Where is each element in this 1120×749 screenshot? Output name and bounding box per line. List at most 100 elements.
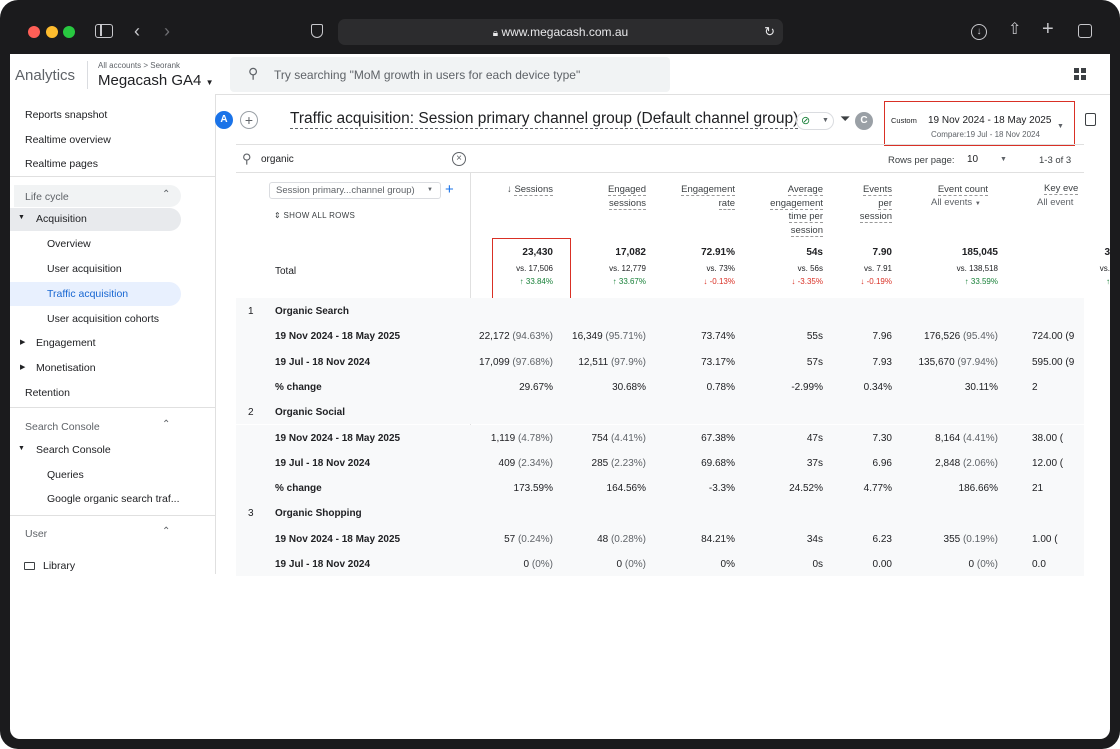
- sidebar-item-engagement[interactable]: Engagement: [36, 332, 96, 354]
- table-cell-key-events: 2: [1032, 381, 1038, 393]
- sidebar-item-realtime-pages[interactable]: Realtime pages: [25, 153, 98, 175]
- chevron-up-icon[interactable]: ⌃: [162, 189, 170, 200]
- cell-value: 48: [597, 533, 609, 545]
- show-all-rows-button[interactable]: ⇕ SHOW ALL ROWS: [274, 211, 355, 220]
- sidebar-item-user-acquisition[interactable]: User acquisition: [47, 258, 122, 280]
- table-row[interactable]: [236, 475, 1084, 501]
- comparison-avatar-c[interactable]: C: [855, 112, 873, 130]
- clear-search-icon[interactable]: ×: [452, 152, 466, 166]
- sidebar-item-google-organic-search[interactable]: Google organic search traf...: [47, 488, 180, 510]
- dimension-select[interactable]: Session primary...channel group) ▼: [269, 182, 441, 199]
- header-line: Event count: [937, 184, 988, 196]
- date-range: 19 Nov 2024 - 18 May 2025: [928, 115, 1052, 126]
- rows-per-page-select[interactable]: 10 ▼: [967, 154, 1011, 165]
- column-header-sessions[interactable]: ↓ Sessions: [480, 183, 553, 197]
- table-cell: 355 (0.19%): [944, 534, 998, 545]
- sidebar: Reports snapshot Realtime overview Realt…: [10, 94, 216, 574]
- column-header-avg-engagement-time[interactable]: Average engagement time per session: [750, 183, 823, 237]
- date-range-picker[interactable]: Custom 19 Nov 2024 - 18 May 2025 Compare…: [884, 101, 1075, 146]
- sidebar-item-library[interactable]: Library: [43, 555, 75, 577]
- download-icon[interactable]: ↓: [971, 24, 987, 40]
- tabs-overview-icon[interactable]: [1078, 24, 1092, 38]
- cell-value: 0.78%: [706, 381, 735, 393]
- table-cell: 186.66%: [959, 483, 998, 494]
- report-status-chip[interactable]: ⊘ ▼: [796, 112, 834, 130]
- column-header-events-per-session[interactable]: Events per session: [840, 183, 892, 224]
- add-dimension-button[interactable]: +: [445, 181, 454, 198]
- column-header-event-count[interactable]: Event count: [910, 183, 988, 197]
- group-row[interactable]: [236, 500, 1084, 526]
- table-cell: 754 (4.41%): [592, 433, 646, 444]
- chevron-up-icon[interactable]: ⌃: [162, 419, 170, 430]
- sidebar-item-overview[interactable]: Overview: [47, 233, 91, 255]
- sidebar-item-monetisation[interactable]: Monetisation: [36, 357, 96, 379]
- check-circle-icon: ⊘: [801, 115, 811, 127]
- column-header-key-events[interactable]: Key eve: [1044, 183, 1079, 195]
- sidebar-item-retention[interactable]: Retention: [25, 382, 70, 404]
- event-count-filter[interactable]: All events ▼: [931, 197, 981, 208]
- table-cell: 6.96: [873, 458, 892, 469]
- pagination-text: 1-3 of 3: [1039, 155, 1072, 166]
- filter-icon[interactable]: ⏷: [840, 111, 850, 127]
- cell-value: -2.99%: [791, 381, 823, 393]
- property-selector[interactable]: Megacash GA4 ▼: [98, 72, 213, 89]
- reload-icon[interactable]: ↻: [764, 19, 775, 45]
- sidebar-toggle-icon[interactable]: [95, 24, 113, 38]
- header-line: per: [878, 197, 892, 210]
- cell-value: 7.96: [872, 331, 892, 343]
- key-events-filter[interactable]: All event: [1037, 197, 1073, 208]
- sidebar-item-reports-snapshot[interactable]: Reports snapshot: [25, 104, 107, 126]
- section-user-label: User: [25, 528, 48, 540]
- comparison-avatar-a[interactable]: A: [215, 111, 233, 129]
- cell-value: 7.93: [872, 356, 892, 368]
- cell-percent: (0.24%): [515, 533, 553, 545]
- close-window-button[interactable]: [28, 26, 40, 38]
- table-cell: 69.68%: [701, 458, 735, 469]
- device-frame: ‹ › 🔒︎ www.megacash.com.au ↻ ↓ ⇧ + Analy…: [0, 0, 1120, 749]
- total-rate-compare: vs. 73%: [706, 264, 735, 273]
- apps-grid-icon[interactable]: [1074, 68, 1086, 80]
- address-bar[interactable]: 🔒︎ www.megacash.com.au ↻: [338, 19, 783, 45]
- new-tab-icon[interactable]: +: [1042, 19, 1054, 39]
- table-cell-key-events: 12.00 (: [1032, 457, 1064, 469]
- sidebar-item-realtime-overview[interactable]: Realtime overview: [25, 129, 111, 151]
- compare-range: Compare:19 Jul - 18 Nov 2024: [931, 130, 1040, 139]
- minimize-window-button[interactable]: [46, 26, 58, 38]
- cell-percent: (97.68%): [509, 356, 553, 368]
- forward-icon[interactable]: ›: [164, 22, 170, 40]
- share-icon[interactable]: ⇧: [1008, 22, 1021, 38]
- group-row[interactable]: [236, 298, 1084, 324]
- cell-value: 47s: [806, 432, 823, 444]
- shield-icon[interactable]: [311, 24, 323, 38]
- maximize-window-button[interactable]: [63, 26, 75, 38]
- sidebar-item-user-acquisition-cohorts[interactable]: User acquisition cohorts: [47, 308, 159, 330]
- header-line: Average: [787, 184, 823, 196]
- table-cell: 73.17%: [701, 357, 735, 368]
- back-icon[interactable]: ‹: [134, 22, 140, 40]
- search-bar[interactable]: ⚲ Try searching "MoM growth in users for…: [230, 57, 670, 92]
- sidebar-item-queries[interactable]: Queries: [47, 464, 84, 486]
- add-comparison-button[interactable]: +: [240, 111, 258, 129]
- total-sessions-compare: vs. 17,506: [516, 264, 553, 273]
- table-row[interactable]: [236, 373, 1084, 400]
- browser-toolbar: ‹ › 🔒︎ www.megacash.com.au ↻ ↓ ⇧ +: [0, 0, 1120, 54]
- search-icon: ⚲: [248, 65, 259, 81]
- table-row-label: % change: [275, 381, 322, 393]
- table-cell: 24.52%: [789, 483, 823, 494]
- table-row-label: 19 Nov 2024 - 18 May 2025: [275, 331, 401, 343]
- cell-value: 12,511: [578, 356, 609, 368]
- table-cell: 67.38%: [701, 433, 735, 444]
- breadcrumb[interactable]: All accounts > Seorank: [98, 61, 180, 70]
- column-header-engagement-rate[interactable]: Engagement rate: [660, 183, 735, 210]
- group-row[interactable]: [236, 399, 1084, 425]
- report-title[interactable]: Traffic acquisition: Session primary cha…: [290, 110, 799, 129]
- cell-value: 186.66%: [958, 483, 998, 495]
- caret-down-icon: ▼: [974, 201, 981, 207]
- table-search-input[interactable]: organic: [261, 154, 294, 165]
- cell-value: 285: [591, 457, 609, 469]
- share-report-icon[interactable]: [1085, 113, 1096, 126]
- column-header-engaged-sessions[interactable]: Engaged sessions: [570, 183, 646, 210]
- chevron-up-icon[interactable]: ⌃: [162, 526, 170, 537]
- sidebar-item-search-console[interactable]: Search Console: [36, 439, 111, 461]
- caret-right-icon: ▶: [20, 364, 26, 371]
